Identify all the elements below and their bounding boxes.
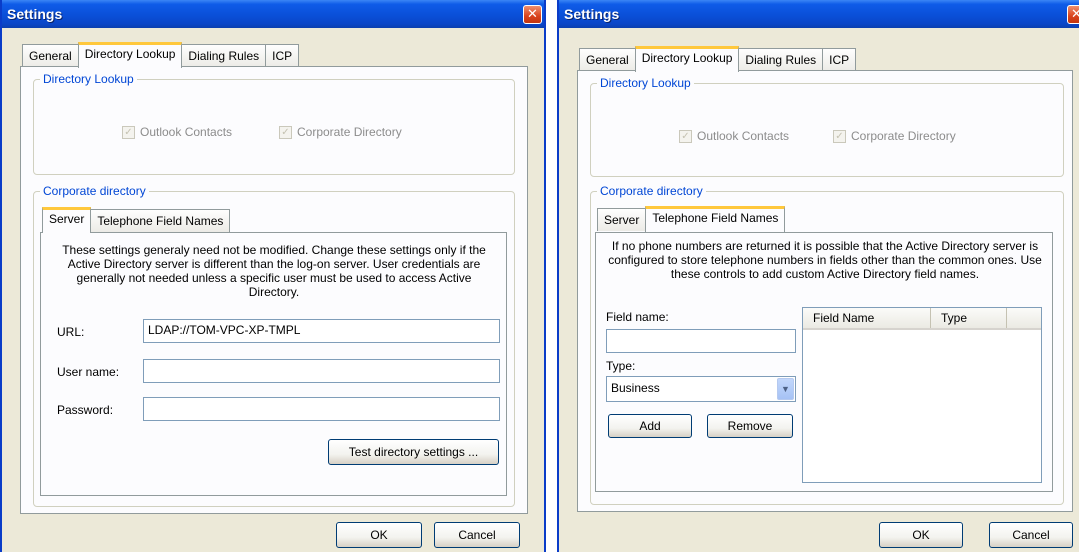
subtab-strip: Server Telephone Field Names: [42, 207, 231, 233]
ok-button[interactable]: OK: [336, 522, 422, 548]
title-bar: Settings: [2, 0, 544, 28]
type-label: Type:: [606, 359, 636, 373]
url-label: URL:: [57, 325, 85, 339]
checkbox-label: Outlook Contacts: [140, 125, 233, 139]
corporate-directory-checkbox[interactable]: ✓ Corporate Directory: [833, 129, 956, 143]
tab-panel: Directory Lookup ✓ Outlook Contacts ✓ Co…: [20, 66, 528, 514]
password-label: Password:: [57, 403, 114, 417]
tab-panel: Directory Lookup ✓ Outlook Contacts ✓ Co…: [577, 70, 1073, 512]
directory-lookup-group: Directory Lookup ✓ Outlook Contacts ✓ Co…: [590, 76, 1064, 177]
tab-strip: General Directory Lookup Dialing Rules I…: [22, 42, 300, 68]
tab-icp[interactable]: ICP: [265, 44, 300, 67]
group-legend: Directory Lookup: [597, 76, 694, 90]
ok-button[interactable]: OK: [879, 522, 963, 548]
subtab-strip: Server Telephone Field Names: [597, 206, 786, 232]
window-title: Settings: [564, 6, 620, 22]
settings-dialog-server: Settings ✕ General Directory Lookup Dial…: [0, 0, 546, 552]
checkmark-icon: ✓: [279, 125, 292, 139]
close-icon[interactable]: ✕: [523, 5, 542, 24]
tab-strip: General Directory Lookup Dialing Rules I…: [579, 46, 857, 72]
password-field[interactable]: [143, 397, 500, 421]
url-field[interactable]: LDAP://TOM-VPC-XP-TMPL: [143, 319, 500, 343]
tab-server[interactable]: Server: [597, 208, 647, 231]
checkbox-label: Corporate Directory: [297, 125, 402, 139]
field-name-input[interactable]: [606, 329, 796, 353]
group-legend: Corporate directory: [40, 184, 149, 198]
test-directory-settings-button[interactable]: Test directory settings ...: [328, 439, 499, 465]
group-legend: Directory Lookup: [40, 72, 137, 86]
tab-telephone-field-names[interactable]: Telephone Field Names: [90, 209, 231, 232]
telephone-fields-panel: If no phone numbers are returned it is p…: [595, 232, 1053, 492]
tab-directory-lookup[interactable]: Directory Lookup: [77, 42, 183, 68]
checkbox-label: Corporate Directory: [851, 129, 956, 143]
server-description: These settings generaly need not be modi…: [62, 243, 486, 299]
cancel-button[interactable]: Cancel: [989, 522, 1073, 548]
telephone-description: If no phone numbers are returned it is p…: [608, 239, 1042, 281]
tab-dialing-rules[interactable]: Dialing Rules: [181, 44, 267, 67]
title-bar: Settings: [559, 0, 1079, 28]
type-select-value: Business: [611, 381, 660, 395]
tab-telephone-field-names[interactable]: Telephone Field Names: [645, 206, 786, 232]
tab-general[interactable]: General: [22, 44, 79, 67]
directory-lookup-group: Directory Lookup ✓ Outlook Contacts ✓ Co…: [33, 72, 515, 175]
tab-icp[interactable]: ICP: [822, 48, 857, 71]
add-button[interactable]: Add: [608, 414, 692, 438]
corporate-directory-group: Corporate directory Server Telephone Fie…: [590, 184, 1064, 505]
checkmark-icon: ✓: [679, 129, 692, 143]
field-name-label: Field name:: [606, 310, 669, 324]
checkbox-label: Outlook Contacts: [697, 129, 790, 143]
tab-directory-lookup[interactable]: Directory Lookup: [634, 46, 740, 72]
column-header-field-name[interactable]: Field Name: [803, 308, 931, 328]
group-legend: Corporate directory: [597, 184, 706, 198]
corporate-directory-group: Corporate directory Server Telephone Fie…: [33, 184, 515, 507]
close-icon[interactable]: ✕: [1067, 5, 1079, 24]
outlook-contacts-checkbox[interactable]: ✓ Outlook Contacts: [679, 129, 789, 143]
username-label: User name:: [57, 365, 120, 379]
tab-general[interactable]: General: [579, 48, 636, 71]
type-select[interactable]: Business ▼: [606, 376, 796, 402]
field-names-list[interactable]: Field Name Type: [802, 307, 1042, 483]
remove-button[interactable]: Remove: [707, 414, 793, 438]
checkmark-icon: ✓: [833, 129, 846, 143]
tab-dialing-rules[interactable]: Dialing Rules: [738, 48, 824, 71]
username-field[interactable]: [143, 359, 500, 383]
column-header-type[interactable]: Type: [931, 308, 1007, 328]
corporate-directory-checkbox[interactable]: ✓ Corporate Directory: [279, 125, 402, 139]
settings-dialog-telephone-fields: Settings ✕ General Directory Lookup Dial…: [557, 0, 1079, 552]
server-panel: These settings generaly need not be modi…: [40, 232, 507, 496]
window-title: Settings: [7, 6, 63, 22]
chevron-down-icon[interactable]: ▼: [777, 378, 794, 400]
outlook-contacts-checkbox[interactable]: ✓ Outlook Contacts: [122, 125, 232, 139]
cancel-button[interactable]: Cancel: [434, 522, 520, 548]
tab-server[interactable]: Server: [42, 207, 92, 233]
checkmark-icon: ✓: [122, 125, 135, 139]
list-header: Field Name Type: [803, 308, 1041, 330]
